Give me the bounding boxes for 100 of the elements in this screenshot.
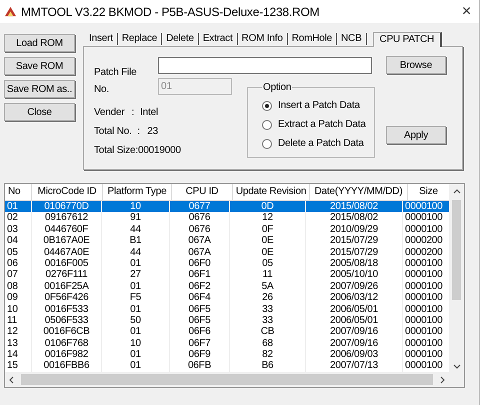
patch-file-label: Patch File — [94, 67, 138, 78]
table-cell: 067A — [170, 235, 230, 247]
radio-option[interactable]: Insert a Patch Data — [262, 96, 366, 115]
radio-option[interactable]: Delete a Patch Data — [262, 134, 366, 153]
table-cell-text: 0000100 — [404, 326, 444, 338]
tab[interactable]: Delete — [162, 33, 199, 45]
table-cell: 11 — [230, 269, 306, 281]
table-cell: 08 — [5, 280, 32, 292]
table-row[interactable]: 08 0016F25A 01 06F2 5A 2007/09/26 0000100 — [5, 280, 450, 292]
info-separator: : — [131, 107, 136, 120]
table-cell: 2007/09/16 — [306, 326, 403, 338]
table-cell: 0106F768 — [32, 338, 102, 350]
table-cell: 26 — [230, 292, 306, 304]
table-cell: 5A — [230, 280, 306, 292]
close-button[interactable]: × — [462, 2, 471, 20]
table-row[interactable]: 02 09167612 91 0676 12 2015/08/02 0000100 — [5, 212, 450, 224]
radio-button[interactable] — [262, 138, 272, 148]
browse-button[interactable]: Browse — [386, 56, 446, 74]
radio-option[interactable]: Extract a Patch Data — [262, 115, 366, 134]
apply-button[interactable]: Apply — [386, 126, 446, 144]
table-cell: 91 — [102, 212, 170, 224]
table-cell: 2015/07/29 — [306, 235, 403, 247]
table-cell: 01 — [102, 304, 170, 315]
table-row[interactable]: 14 0016F982 01 06F9 82 2006/09/03 0000100 — [5, 349, 450, 360]
tab[interactable]: CPU PATCH — [372, 32, 442, 47]
tab[interactable]: Replace — [118, 33, 162, 45]
table-row[interactable]: 01 0106770D 10 0677 0D 2015/08/02 0000100 — [5, 201, 450, 212]
table-cell: 12 — [230, 212, 306, 224]
side-button[interactable]: Save ROM — [4, 57, 75, 75]
tab[interactable]: NCB — [337, 33, 367, 45]
scroll-up-icon[interactable] — [452, 188, 461, 196]
tab[interactable]: ROM Info — [238, 33, 288, 45]
table-cell: 10 — [102, 201, 170, 212]
table-cell: 2007/09/16 — [306, 338, 403, 350]
column-header[interactable]: Platform Type — [103, 184, 172, 200]
scroll-left-icon[interactable] — [8, 376, 16, 384]
info-label: Total Size — [94, 145, 136, 158]
table-cell: 2005/08/18 — [306, 258, 403, 270]
table-cell: 0676 — [170, 212, 230, 224]
info-separator: : — [135, 145, 138, 158]
vertical-scrollbar[interactable] — [449, 184, 464, 387]
horizontal-scrollbar[interactable] — [5, 372, 450, 387]
column-header[interactable]: Date(YYYY/MM/DD) — [310, 184, 408, 200]
table-row[interactable]: 13 0106F768 10 06F7 68 2007/09/16 0000100 — [5, 338, 450, 350]
table-row[interactable]: 07 0276F111 27 06F1 11 2005/10/10 0000100 — [5, 269, 450, 281]
table-cell: 01 — [102, 349, 170, 360]
table-cell: 10 — [102, 338, 170, 350]
table-cell: 0016F6CB — [32, 326, 102, 338]
table-cell: 06F4 — [170, 292, 230, 304]
table-cell: 06F5 — [170, 314, 230, 326]
patch-file-field[interactable] — [158, 57, 372, 74]
table-cell: 0016F005 — [32, 258, 102, 270]
table-row[interactable]: 03 0446760F 44 0676 0F 2010/09/29 0000100 — [5, 224, 450, 236]
side-button[interactable]: Load ROM — [4, 34, 75, 52]
tab[interactable]: Insert — [85, 33, 118, 45]
table-row[interactable]: 04 0B167A0E B1 067A 0E 2015/07/29 0000200 — [5, 235, 450, 247]
table-cell: 0506F533 — [32, 314, 102, 326]
side-button[interactable]: Save ROM as.. — [4, 80, 75, 98]
table-cell-text: 0000100 — [404, 338, 444, 350]
window-title: MMTOOL V3.22 BKMOD - P5B-ASUS-Deluxe-1238.ROM — [21, 4, 320, 18]
table-cell-text: 0000100 — [404, 212, 444, 224]
column-header[interactable]: MicroCode ID — [32, 184, 103, 200]
tab[interactable]: RomHole — [288, 33, 338, 45]
column-header[interactable]: No — [5, 184, 32, 200]
table-cell: 01 — [102, 258, 170, 270]
table-cell: 05 — [5, 246, 32, 258]
table-cell-text: 0000100 — [404, 304, 444, 315]
table-cell: 33 — [230, 314, 306, 326]
table-cell-text: 0000100 — [404, 280, 444, 292]
table-row[interactable]: 11 0506F533 50 06F5 33 2006/05/01 0000100 — [5, 314, 450, 326]
table-cell: 06F7 — [170, 338, 230, 350]
info-value: 23 — [147, 126, 158, 139]
scroll-down-icon[interactable] — [452, 362, 461, 370]
table-cell: 2015/07/29 — [306, 246, 403, 258]
table-cell: 06F1 — [170, 269, 230, 281]
table-cell-text: 0000100 — [404, 201, 444, 212]
table-cell: F5 — [102, 292, 170, 304]
radio-button[interactable] — [262, 100, 272, 110]
table-cell: 01 — [102, 326, 170, 338]
table-row[interactable]: 10 0016F533 01 06F5 33 2006/05/01 0000100 — [5, 304, 450, 315]
info-label: Total No. — [94, 126, 133, 139]
table-row[interactable]: 12 0016F6CB 01 06F6 CB 2007/09/16 0000100 — [5, 326, 450, 338]
table-cell: 0E — [230, 235, 306, 247]
table-row[interactable]: 06 0016F005 01 06F0 05 2005/08/18 0000100 — [5, 258, 450, 270]
radio-button[interactable] — [262, 120, 272, 130]
side-button[interactable]: Close — [4, 103, 75, 121]
tab[interactable]: Extract — [198, 33, 238, 45]
scroll-right-icon[interactable] — [438, 376, 446, 384]
table-cell: 0F — [230, 224, 306, 236]
table-cell: 2015/08/02 — [306, 201, 403, 212]
table-cell: 0676 — [170, 224, 230, 236]
table-row[interactable]: 05 04467A0E 44 067A 0E 2015/07/29 0000200 — [5, 246, 450, 258]
table-cell-text: 0000100 — [404, 349, 444, 360]
column-header[interactable]: CPU ID — [172, 184, 233, 200]
table-cell: 50 — [102, 314, 170, 326]
table-cell: B1 — [102, 235, 170, 247]
table-cell: 14 — [5, 349, 32, 360]
table-row[interactable]: 09 0F56F426 F5 06F4 26 2006/03/12 0000100 — [5, 292, 450, 304]
column-header[interactable]: Update Revision — [233, 184, 310, 200]
table-cell: 03 — [5, 224, 32, 236]
